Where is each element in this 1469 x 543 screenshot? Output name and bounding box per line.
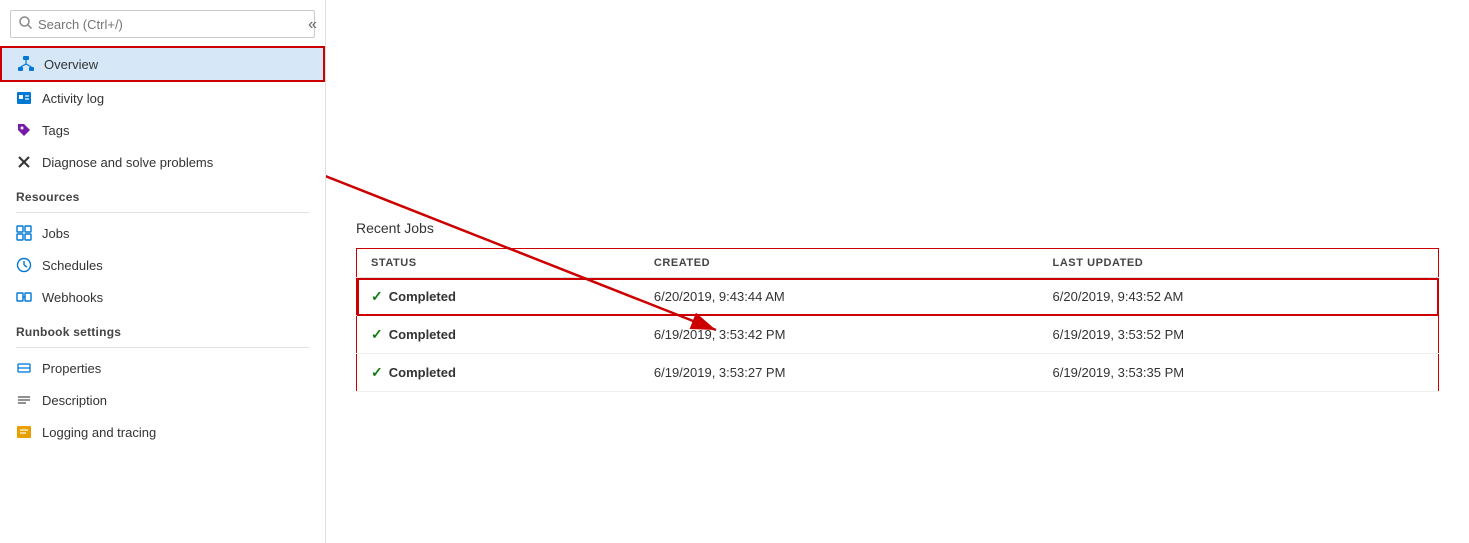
last-updated-cell: 6/20/2019, 9:43:52 AM [1039,278,1439,316]
collapse-button[interactable]: « [300,12,325,38]
sidebar-item-description[interactable]: Description [0,384,325,416]
properties-icon [16,360,32,376]
search-icon [19,16,32,32]
schedules-icon [16,257,32,273]
webhooks-icon [16,289,32,305]
sidebar-item-jobs-label: Jobs [42,226,69,241]
sidebar: « Overview Activity log [0,0,326,543]
tags-icon [16,122,32,138]
resources-divider [16,212,309,213]
sidebar-item-description-label: Description [42,393,107,408]
table-row[interactable]: ✓ Completed6/20/2019, 9:43:44 AM6/20/201… [357,278,1439,316]
section-resources-header: Resources [0,178,325,208]
status-value: Completed [389,327,456,342]
created-cell: 6/19/2019, 3:53:42 PM [640,316,1039,354]
check-icon: ✓ [371,326,383,343]
status-value: Completed [389,289,456,304]
jobs-icon [16,225,32,241]
sidebar-item-properties-label: Properties [42,361,101,376]
sidebar-item-diagnose[interactable]: Diagnose and solve problems [0,146,325,178]
jobs-table: STATUS CREATED LAST UPDATED ✓ Completed6… [356,248,1439,392]
section-runbook-settings-header: Runbook settings [0,313,325,343]
col-created: CREATED [640,249,1039,278]
logging-icon [16,424,32,440]
check-icon: ✓ [371,288,383,305]
status-value: Completed [389,365,456,380]
status-cell: ✓ Completed [357,354,640,392]
sidebar-item-schedules[interactable]: Schedules [0,249,325,281]
main-content: Recent Jobs STATUS CREATED LAST UPDATED … [326,0,1469,543]
status-cell: ✓ Completed [357,278,640,316]
sidebar-item-overview[interactable]: Overview [0,46,325,82]
activity-log-icon [16,90,32,106]
table-row[interactable]: ✓ Completed6/19/2019, 3:53:27 PM6/19/201… [357,354,1439,392]
sidebar-item-activity-log-label: Activity log [42,91,104,106]
col-status: STATUS [357,249,640,278]
status-cell: ✓ Completed [357,316,640,354]
created-cell: 6/20/2019, 9:43:44 AM [640,278,1039,316]
col-last-updated: LAST UPDATED [1039,249,1439,278]
runbook-settings-divider [16,347,309,348]
description-icon [16,392,32,408]
recent-jobs-title: Recent Jobs [356,220,1439,236]
sidebar-item-schedules-label: Schedules [42,258,103,273]
sidebar-item-diagnose-label: Diagnose and solve problems [42,155,213,170]
last-updated-cell: 6/19/2019, 3:53:52 PM [1039,316,1439,354]
created-cell: 6/19/2019, 3:53:27 PM [640,354,1039,392]
sidebar-item-logging-label: Logging and tracing [42,425,156,440]
search-input[interactable] [38,17,306,32]
sidebar-item-tags[interactable]: Tags [0,114,325,146]
last-updated-cell: 6/19/2019, 3:53:35 PM [1039,354,1439,392]
table-row[interactable]: ✓ Completed6/19/2019, 3:53:42 PM6/19/201… [357,316,1439,354]
overview-icon [18,56,34,72]
sidebar-item-properties[interactable]: Properties [0,352,325,384]
sidebar-item-webhooks[interactable]: Webhooks [0,281,325,313]
sidebar-item-activity-log[interactable]: Activity log [0,82,325,114]
sidebar-item-overview-label: Overview [44,57,98,72]
diagnose-icon [16,154,32,170]
sidebar-item-logging[interactable]: Logging and tracing [0,416,325,448]
search-bar[interactable] [10,10,315,38]
sidebar-item-webhooks-label: Webhooks [42,290,103,305]
sidebar-item-jobs[interactable]: Jobs [0,217,325,249]
sidebar-item-tags-label: Tags [42,123,69,138]
check-icon: ✓ [371,364,383,381]
